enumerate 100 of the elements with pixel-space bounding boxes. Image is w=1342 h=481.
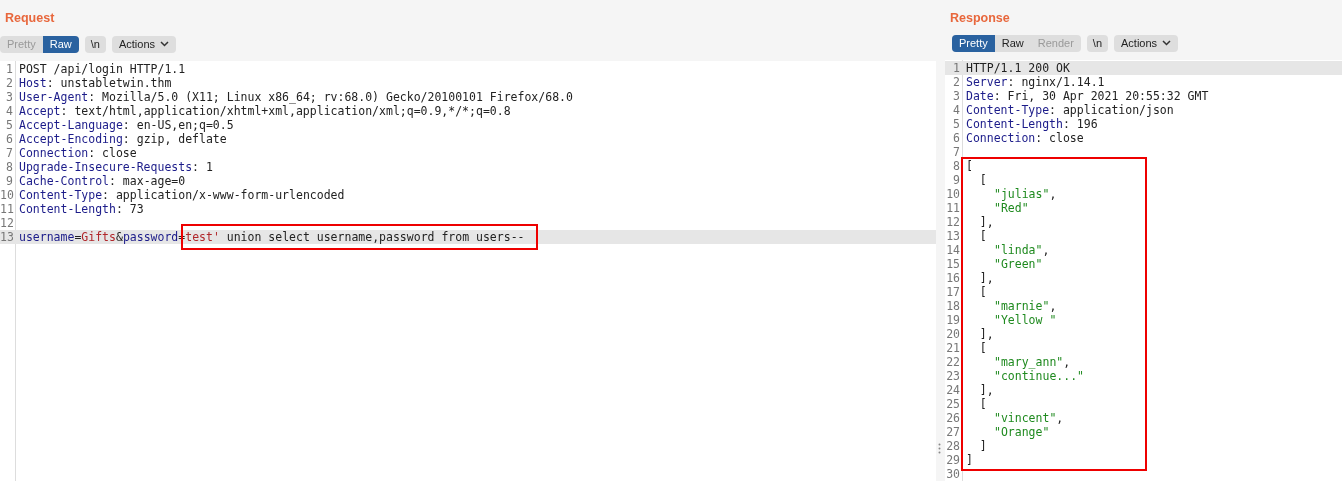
line-number: 11 (0, 202, 13, 216)
line-number: 8 (952, 159, 960, 173)
line-number: 21 (945, 341, 960, 355)
header-name: Date (966, 89, 994, 103)
line-number: 18 (945, 299, 960, 313)
line-number: 8 (5, 160, 13, 174)
code-text: : nginx/1.14.1 (1007, 75, 1105, 89)
line-number: 22 (945, 355, 960, 369)
code-text: union select username,password from users-- (225, 230, 525, 244)
line-number: 3 (5, 90, 13, 104)
line-number: 1 (952, 61, 960, 75)
code-text: , (1063, 355, 1071, 369)
header-name: Cache-Control (19, 174, 109, 188)
code-text: : application/x-www-form-urlencoded (102, 188, 345, 202)
code-text: ], (978, 327, 994, 341)
line-number: 25 (945, 397, 960, 411)
code-text: , (1049, 187, 1057, 201)
code-text: ], (978, 271, 994, 285)
line-number: 4 (952, 103, 960, 117)
code-text: : application/json (1049, 103, 1174, 117)
line-number: 10 (945, 187, 960, 201)
view-tab[interactable]: Raw (994, 34, 1031, 52)
json-string: "marnie" (994, 299, 1050, 313)
line-number: 3 (952, 89, 960, 103)
line-number: 13 (0, 230, 13, 244)
line-number: 5 (5, 118, 13, 132)
header-name: Host (19, 76, 47, 90)
code-text: ] (966, 453, 973, 467)
line-number: 14 (945, 243, 960, 257)
line-number: 5 (952, 117, 960, 131)
line-number: 30 (945, 467, 960, 481)
code-text: & (115, 230, 123, 244)
line-number: 12 (0, 216, 13, 230)
code-text: , (1049, 299, 1057, 313)
code-text: : close (88, 146, 137, 160)
header-name: Connection (19, 146, 89, 160)
code-text: : text/html,application/xhtml+xml,application/xml;q=0.9,*/*;q=0.8 (60, 104, 511, 118)
code-text: : Fri, 30 Apr 2021 20:55:32 GMT (993, 89, 1209, 103)
line-number: 2 (5, 76, 13, 90)
line-number: 27 (945, 425, 960, 439)
code-text: [ (978, 341, 987, 355)
line-number: 16 (945, 271, 960, 285)
header-name: password (122, 230, 179, 244)
actions-button[interactable]: Actions (1114, 34, 1179, 52)
line-number: 4 (5, 104, 13, 118)
header-name: Accept (19, 104, 61, 118)
line-number: 23 (945, 369, 960, 383)
code-text: : 196 (1062, 117, 1098, 131)
code-text: : 1 (192, 160, 213, 174)
line-number: 6 (5, 132, 13, 146)
json-string: "Yellow " (994, 313, 1057, 327)
code-text: [ (978, 397, 987, 411)
header-name: Content-Type (966, 103, 1050, 117)
line-number: 9 (5, 174, 13, 188)
chevron-down-icon (160, 41, 169, 47)
newline-toggle-button[interactable]: \n (1086, 34, 1108, 52)
pane-title: Request (5, 10, 56, 27)
line-number: 7 (5, 146, 13, 160)
code-text: : close (1035, 131, 1084, 145)
line-number: 6 (952, 131, 960, 145)
code-text: ], (978, 383, 994, 397)
line-number: 28 (945, 439, 960, 453)
code-text: , (1042, 243, 1050, 257)
line-number: 19 (945, 313, 960, 327)
code-text: [ (978, 229, 987, 243)
line-number: 1 (5, 62, 13, 76)
header-name: Accept-Language (19, 118, 123, 132)
code-text: ] (978, 439, 987, 453)
line-number: 13 (945, 229, 960, 243)
code-text: : max-age=0 (109, 174, 186, 188)
header-name: username (19, 230, 75, 244)
view-tab[interactable]: Pretty (952, 34, 995, 52)
line-number: 15 (945, 257, 960, 271)
code-text: : gzip, deflate (122, 132, 227, 146)
line-number: 12 (945, 215, 960, 229)
line-number: 9 (952, 173, 960, 187)
code-text: : 73 (115, 202, 144, 216)
header-name: Accept-Encoding (19, 132, 123, 146)
json-string: "Orange" (994, 425, 1050, 439)
pane-title: Response (950, 10, 1011, 27)
code-text: ], (978, 215, 994, 229)
code-text: [ (978, 285, 987, 299)
view-tab[interactable]: Raw (42, 35, 79, 53)
chevron-down-icon (1162, 40, 1172, 47)
header-name: Content-Length (19, 202, 116, 216)
line-number: 11 (945, 201, 960, 215)
newline-toggle-button[interactable]: \n (84, 35, 106, 53)
line-number: 10 (0, 188, 13, 202)
splitter-handle-icon[interactable] (938, 443, 941, 454)
header-name: Connection (966, 131, 1036, 145)
json-string: "linda" (994, 243, 1043, 257)
code-text: : unstabletwin.thm (46, 76, 172, 90)
json-string: "mary_ann" (994, 355, 1064, 369)
code-text: [ (978, 173, 987, 187)
json-string: "Green" (994, 257, 1043, 271)
header-name: Content-Type (19, 188, 103, 202)
actions-button[interactable]: Actions (111, 35, 176, 53)
code-text: : Mozilla/5.0 (X11; Linux x86_64; rv:68.0) Gecko/20100101 Firefox/68.0 (88, 90, 573, 104)
header-name: User-Agent (19, 90, 89, 104)
json-string: "Red" (994, 201, 1029, 215)
